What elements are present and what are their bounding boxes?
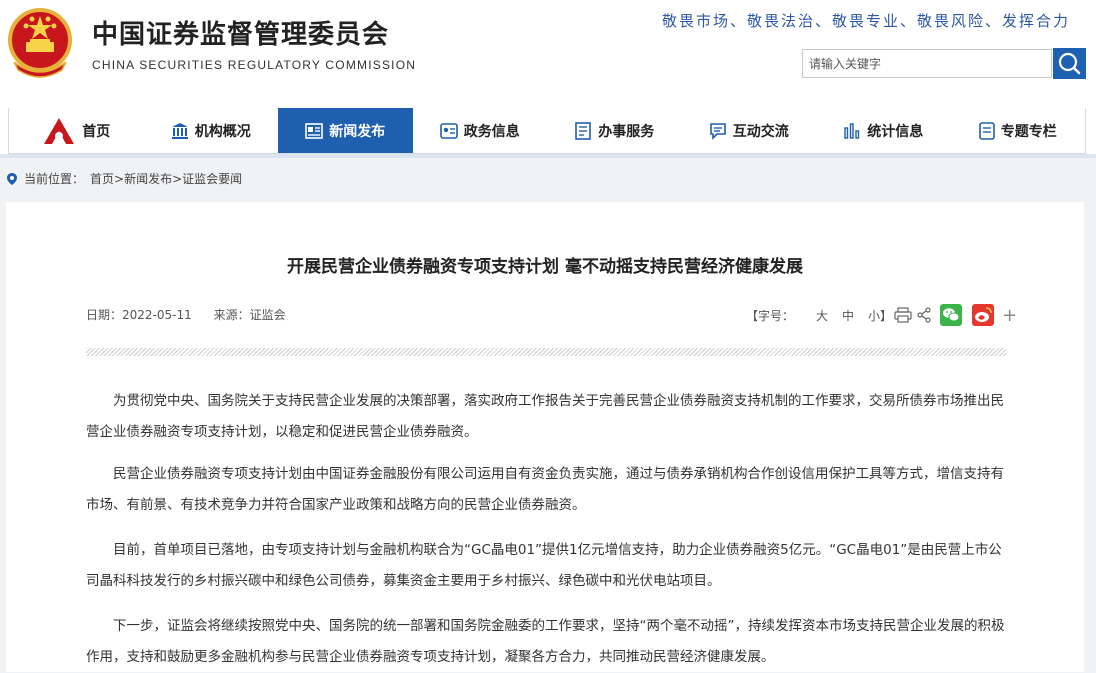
nav-label: 首页: [82, 123, 111, 140]
nav-label: 办事服务: [598, 123, 655, 140]
search-button[interactable]: [1053, 48, 1086, 79]
nav-item-statistics[interactable]: 统计信息: [816, 108, 951, 153]
breadcrumb-prefix: 当前位置：: [24, 172, 85, 186]
breadcrumb-link-csrc-news[interactable]: 证监会要闻: [182, 172, 242, 186]
site-header: 中国证券监督管理委员会 CHINA SECURITIES REGULATORY …: [0, 0, 1096, 108]
search-box: [802, 49, 1055, 78]
article-tools: 【字号： 大 中 小】 +: [746, 304, 1017, 326]
share-icon[interactable]: [916, 307, 932, 323]
breadcrumb-link-home[interactable]: 首页: [90, 172, 114, 186]
share-more-button[interactable]: +: [1002, 305, 1017, 326]
logo-icon: [44, 117, 75, 144]
nav-label: 新闻发布: [329, 123, 386, 140]
nav-item-about[interactable]: 机构概况: [144, 108, 279, 153]
nav-item-topics[interactable]: 专题专栏: [951, 108, 1086, 153]
nav-item-home[interactable]: 首页: [9, 108, 144, 153]
article-paragraph: 目前，首单项目已落地，由专项支持计划与金融机构联合为“GC晶电01”提供1亿元增…: [86, 542, 1002, 589]
nav-label: 互动交流: [732, 123, 789, 140]
article-source: 来源：证监会: [213, 308, 286, 322]
breadcrumb: 当前位置： 首页>新闻发布>证监会要闻: [6, 170, 242, 187]
main-nav-bar: 首页 机构概况 新闻发布 政务信息 办事服务 互动交流 统计信息 专题专栏: [0, 108, 1096, 158]
divider: [86, 348, 1006, 356]
article-paragraph: 下一步，证监会将继续按照党中央、国务院的统一部署和国务院金融委的工作要求，坚持“…: [86, 618, 1005, 665]
breadcrumb-link-news[interactable]: 新闻发布: [124, 172, 172, 186]
article-paragraph: 为贯彻党中央、国务院关于支持民营企业发展的决策部署，落实政府工作报告关于完善民营…: [86, 393, 1004, 440]
search-icon: [1058, 52, 1081, 75]
info-card-icon: [439, 122, 458, 139]
nav-item-interaction[interactable]: 互动交流: [682, 108, 817, 153]
article-panel: 开展民营企业债券融资专项支持计划 毫不动摇支持民营经济健康发展 日期：2022-…: [6, 202, 1084, 672]
breadcrumb-separator: >: [172, 172, 183, 186]
national-emblem-icon: [8, 8, 72, 78]
nav-item-services[interactable]: 办事服务: [547, 108, 682, 153]
font-size-medium[interactable]: 中: [842, 307, 854, 324]
font-size-small[interactable]: 小】: [868, 307, 892, 324]
nav-label: 统计信息: [867, 123, 924, 140]
print-icon[interactable]: [894, 307, 912, 323]
article-meta: 日期：2022-05-11 来源：证监会: [86, 306, 304, 323]
breadcrumb-separator: >: [114, 172, 125, 186]
nav-item-news[interactable]: 新闻发布: [278, 108, 413, 153]
newspaper-icon: [305, 122, 324, 139]
wechat-icon[interactable]: [940, 304, 963, 326]
article-paragraph: 民营企业债券融资专项支持计划由中国证券金融股份有限公司运用自有资金负责实施，通过…: [86, 466, 1004, 513]
slogan: 敬畏市场、敬畏法治、敬畏专业、敬畏风险、发挥合力: [661, 12, 1070, 30]
nav-item-gov-info[interactable]: 政务信息: [413, 108, 548, 153]
article-date: 日期：2022-05-11: [86, 308, 192, 322]
article-title: 开展民营企业债券融资专项支持计划 毫不动摇支持民营经济健康发展: [287, 257, 803, 277]
chat-icon: [709, 122, 726, 140]
font-size-large[interactable]: 大: [816, 307, 828, 324]
nav-label: 机构概况: [194, 123, 251, 140]
nav-label: 专题专栏: [1000, 123, 1057, 140]
site-title[interactable]: 中国证券监督管理委员会: [92, 14, 389, 51]
location-pin-icon: [7, 172, 17, 185]
form-icon: [575, 121, 592, 140]
nav-label: 政务信息: [463, 123, 520, 140]
site-title-english: CHINA SECURITIES REGULATORY COMMISSION: [92, 58, 417, 72]
main-nav: 首页 机构概况 新闻发布 政务信息 办事服务 互动交流 统计信息 专题专栏: [8, 108, 1086, 154]
building-icon: [171, 122, 188, 139]
weibo-icon[interactable]: [972, 304, 995, 326]
search-input[interactable]: [803, 50, 1055, 77]
document-icon: [978, 121, 995, 140]
font-size-label: 【字号：: [746, 308, 795, 323]
bar-chart-icon: [844, 122, 860, 139]
